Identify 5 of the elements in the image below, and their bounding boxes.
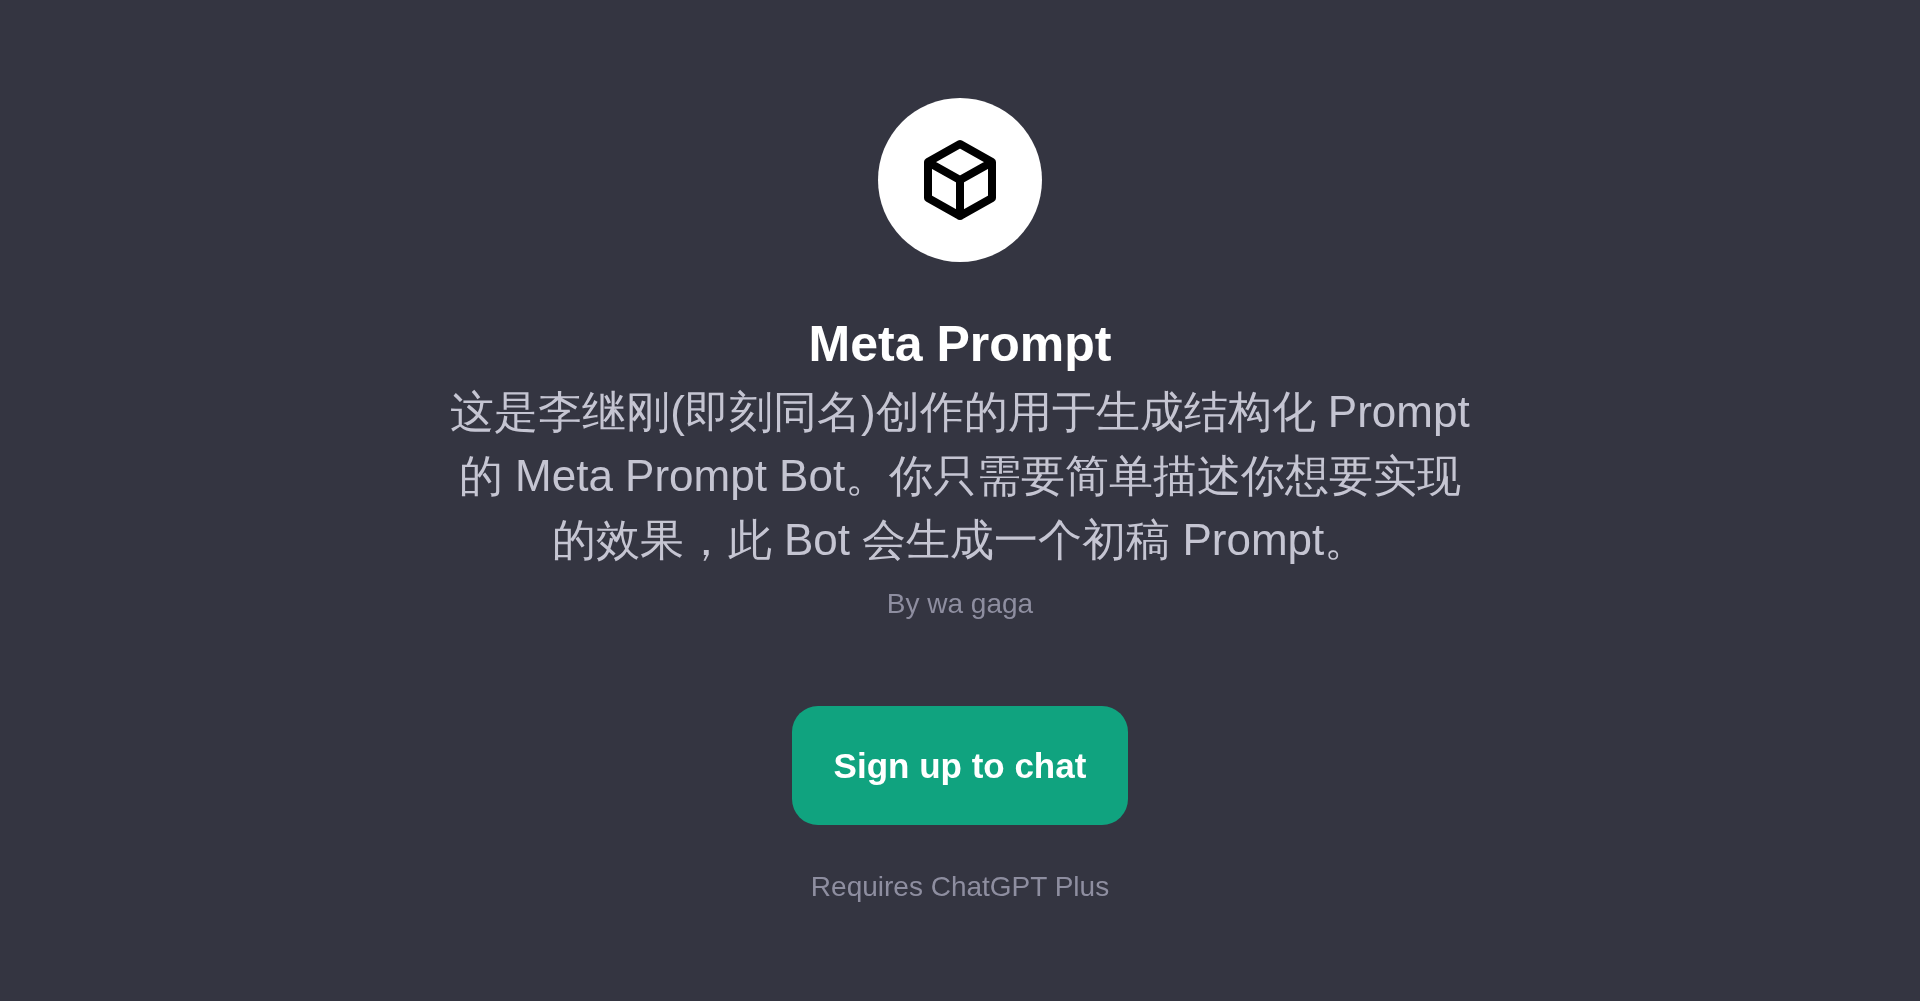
sign-up-button[interactable]: Sign up to chat [792,706,1128,825]
gpt-description: 这是李继刚(即刻同名)创作的用于生成结构化 Prompt 的 Meta Prompt Bot。你只需要简单描述你想要实现的效果，此 Bot 会生成一个初稿 Prompt。 [449,386,1471,566]
gpt-title: Meta Prompt [808,315,1112,374]
author-name: By wa gaga [886,587,1034,621]
requirement-note: Requires ChatGPT Plus [810,870,1110,904]
